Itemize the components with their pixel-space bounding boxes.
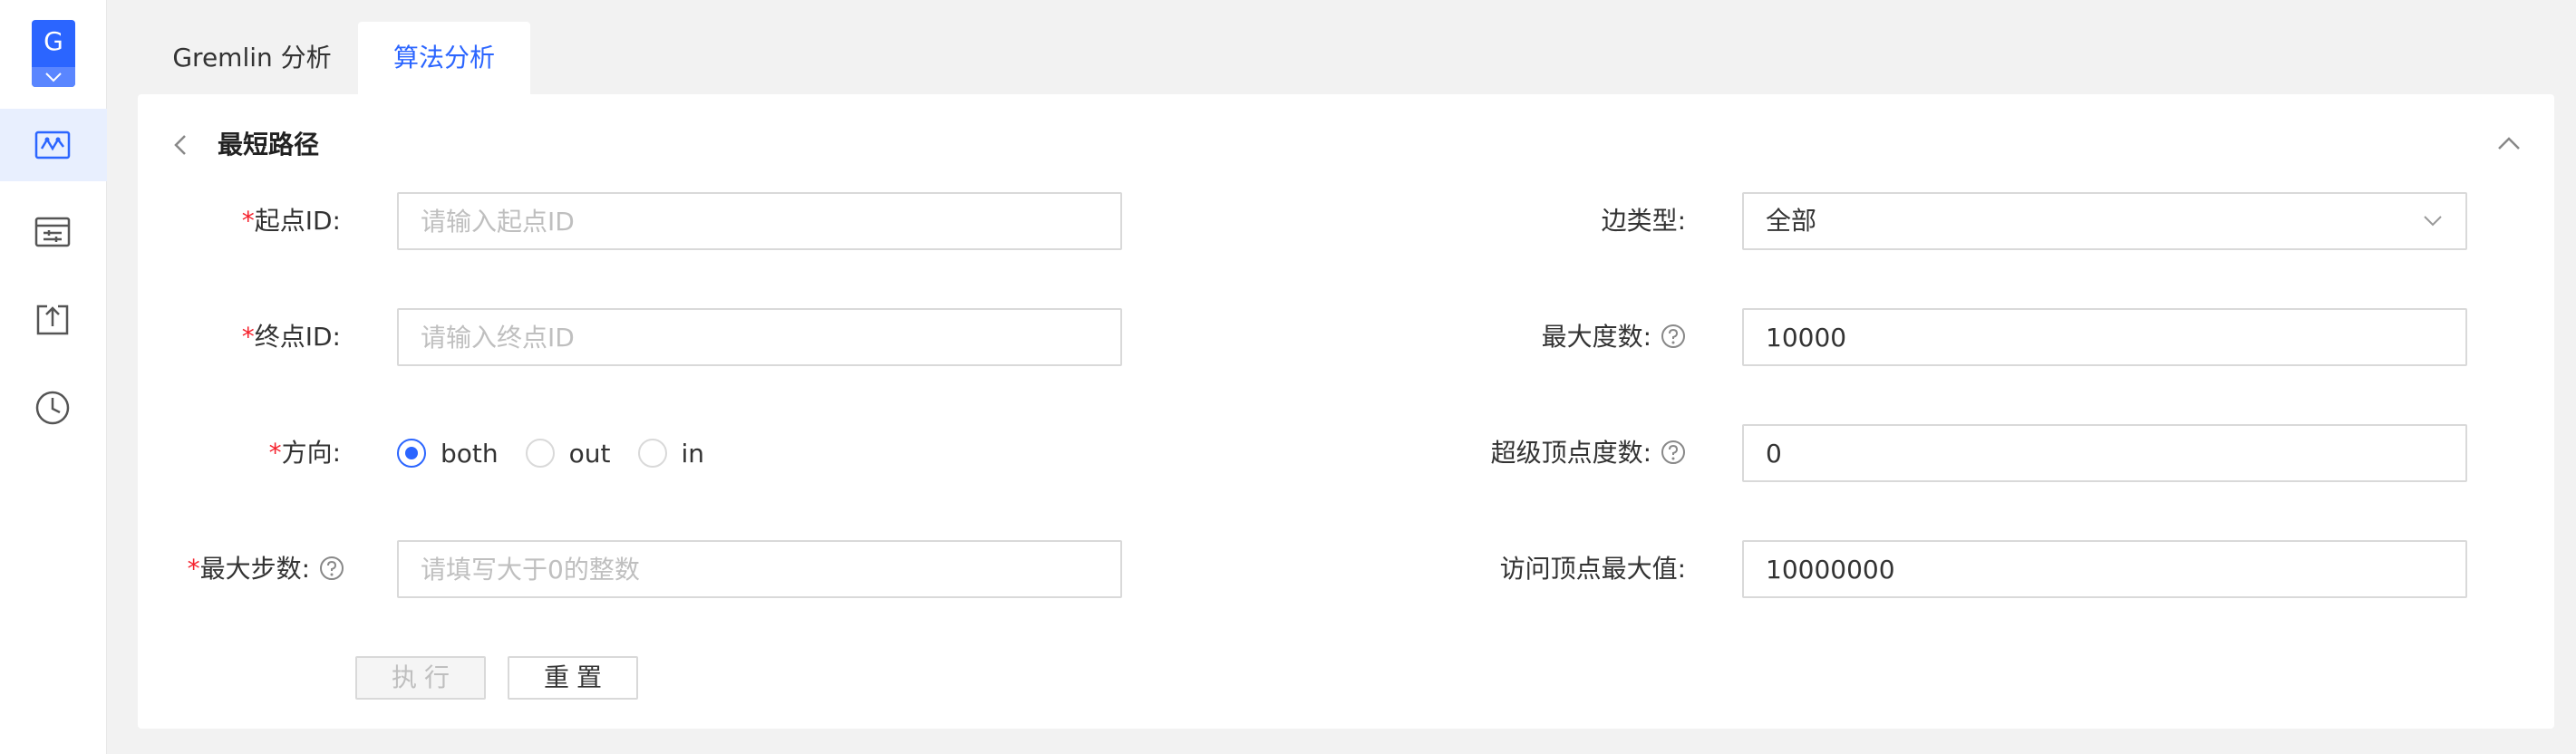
sidebar-item-data-management[interactable] [0, 196, 107, 268]
direction-radio-in[interactable]: in [637, 439, 704, 469]
required-mark: * [241, 322, 255, 352]
super-vertex-degree-label: 超级顶点度数: [1414, 435, 1686, 471]
max-steps-label: *最大步数: [172, 551, 344, 587]
source-id-label: *起点ID: [241, 206, 341, 236]
max-visited-label: 访问顶点最大值: [1499, 554, 1686, 584]
data-table-icon [34, 217, 71, 247]
max-visited-input[interactable] [1742, 540, 2467, 598]
help-icon[interactable] [1661, 324, 1686, 349]
radio-button[interactable] [525, 439, 555, 468]
target-id-label: *终点ID: [241, 322, 341, 352]
back-arrow-icon[interactable] [170, 132, 192, 158]
algorithm-panel [138, 94, 2554, 729]
direction-radio-both[interactable]: both [397, 439, 499, 469]
chevron-down-icon [2424, 216, 2442, 227]
tab-algorithm-analysis[interactable]: 算法分析 [358, 22, 530, 94]
help-icon[interactable] [319, 556, 344, 581]
edge-type-value: 全部 [1766, 206, 1817, 236]
history-clock-icon [35, 391, 70, 425]
chevron-down-icon [32, 67, 75, 87]
direction-radio-out[interactable]: out [525, 439, 611, 469]
required-mark: * [187, 554, 200, 584]
sidebar-item-graph-analysis[interactable] [0, 109, 107, 181]
required-mark: * [241, 206, 255, 236]
edge-type-select[interactable]: 全部 [1742, 192, 2467, 250]
super-vertex-degree-input[interactable] [1742, 424, 2467, 482]
max-degree-label: 最大度数: [1450, 319, 1686, 355]
radio-button[interactable] [397, 439, 426, 468]
max-degree-input[interactable] [1742, 308, 2467, 366]
max-steps-input[interactable] [397, 540, 1122, 598]
app-switcher-logo[interactable]: G [32, 20, 75, 87]
sidebar-item-history[interactable] [0, 370, 107, 442]
logo-letter: G [44, 26, 63, 56]
tab-gremlin-analysis[interactable]: Gremlin 分析 [152, 22, 352, 94]
sidebar: G [0, 0, 107, 754]
graph-analysis-icon [34, 130, 71, 160]
source-id-input[interactable] [397, 192, 1122, 250]
direction-radio-group: both out in [397, 435, 731, 471]
panel-title: 最短路径 [218, 130, 320, 160]
edge-type-label: 边类型: [1601, 206, 1686, 236]
sidebar-item-import[interactable] [0, 283, 107, 355]
required-mark: * [268, 438, 282, 468]
chevron-up-icon[interactable] [2496, 134, 2522, 152]
target-id-input[interactable] [397, 308, 1122, 366]
import-upload-icon [36, 304, 69, 335]
radio-button[interactable] [637, 439, 667, 468]
direction-label: *方向: [268, 438, 341, 468]
reset-button[interactable]: 重置 [508, 656, 638, 700]
execute-button[interactable]: 执行 [355, 656, 486, 700]
help-icon[interactable] [1661, 440, 1686, 465]
